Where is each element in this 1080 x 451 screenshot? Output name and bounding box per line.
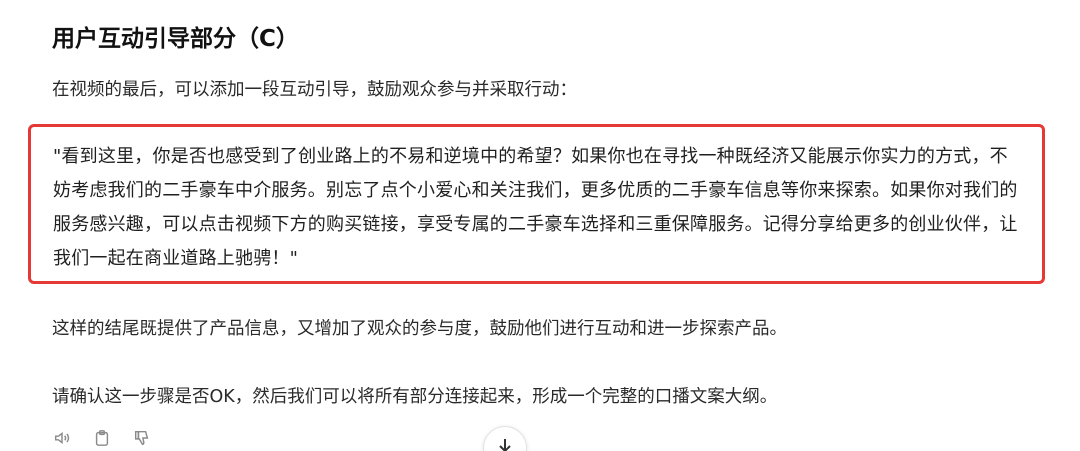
- scroll-to-bottom-button[interactable]: [483, 426, 527, 451]
- highlighted-quote-box: "看到这里，你是否也感受到了创业路上的不易和逆境中的希望？如果你也在寻找一种既经…: [28, 124, 1045, 284]
- dislike-button[interactable]: [132, 428, 152, 448]
- confirm-paragraph: 请确认这一步骤是否OK，然后我们可以将所有部分连接起来，形成一个完整的口播文案大…: [52, 387, 778, 407]
- arrow-down-icon: [499, 439, 511, 451]
- chat-response: 用户互动引导部分（C） 在视频的最后，可以添加一段互动引导，鼓励观众参与并采取行…: [0, 0, 1080, 451]
- section-title: 用户互动引导部分（C）: [52, 26, 299, 52]
- intro-paragraph: 在视频的最后，可以添加一段互动引导，鼓励观众参与并采取行动：: [52, 80, 577, 100]
- thumbs-down-icon: [134, 430, 149, 446]
- speaker-icon: [54, 432, 70, 444]
- read-aloud-button[interactable]: [52, 428, 72, 448]
- copy-button[interactable]: [92, 428, 112, 448]
- quote-text: "看到这里，你是否也感受到了创业路上的不易和逆境中的希望？如果你也在寻找一种既经…: [53, 146, 1018, 269]
- message-actions: [52, 428, 152, 448]
- clipboard-icon: [95, 430, 109, 446]
- summary-paragraph: 这样的结尾既提供了产品信息，又增加了观众的参与度，鼓励他们进行互动和进一步探索产…: [52, 319, 787, 339]
